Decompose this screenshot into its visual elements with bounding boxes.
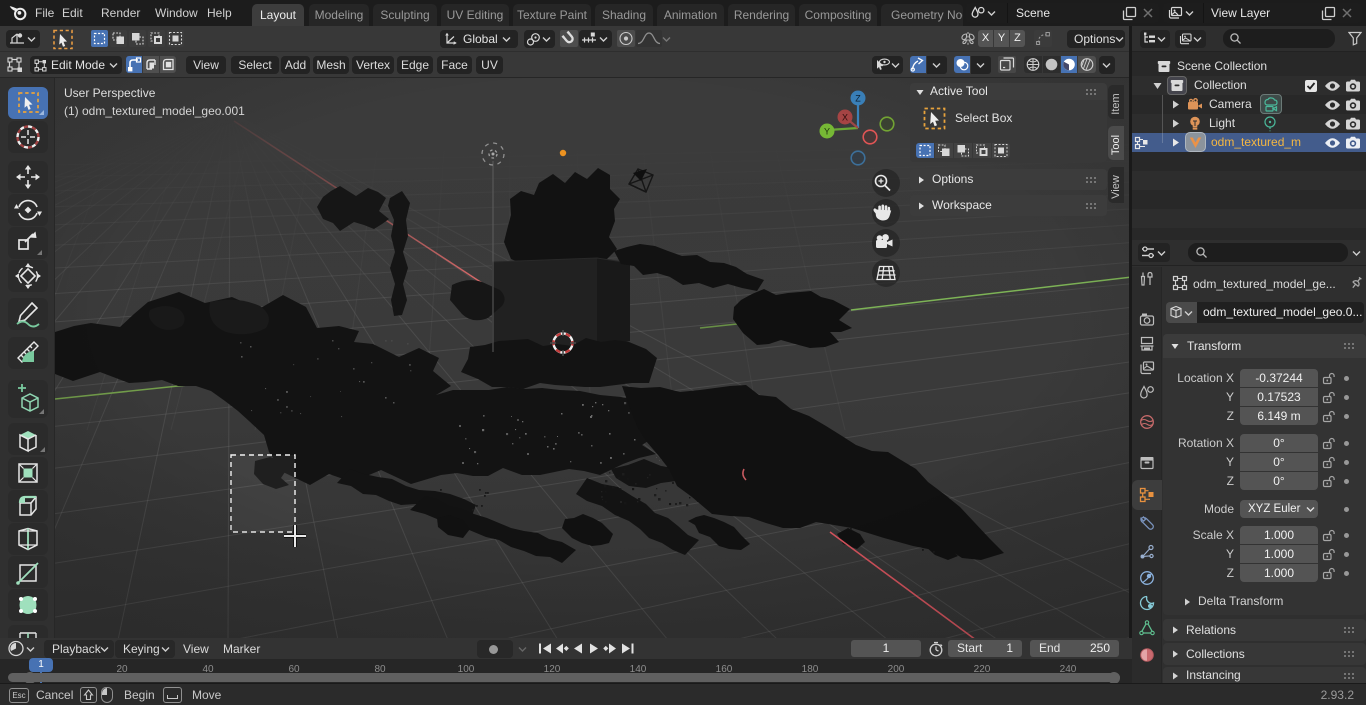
svg-text:(1) odm_textured_model_geo.001: (1) odm_textured_model_geo.001: [64, 104, 245, 118]
svg-text:User Perspective: User Perspective: [64, 86, 156, 100]
